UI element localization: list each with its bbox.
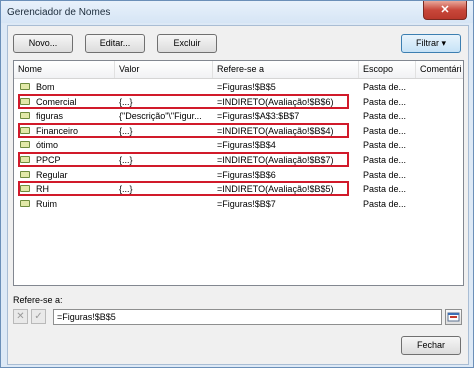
refers-to-label: Refere-se a: xyxy=(13,295,63,305)
table-row[interactable]: Comercial {...} =INDIRETO(Avaliação!$B$6) P… xyxy=(14,95,463,109)
cell-name: PPCP xyxy=(36,155,61,165)
column-header-scope[interactable]: Escopo xyxy=(359,61,416,78)
table-row[interactable]: ótimo =Figuras!$B$4 Pasta de... xyxy=(14,138,463,152)
table-row[interactable]: Financeiro {...} =INDIRETO(Avaliação!$B$4)… xyxy=(14,124,463,138)
cell-refers-to: =Figuras!$B$5 xyxy=(217,82,276,92)
named-range-icon xyxy=(20,156,30,163)
close-button[interactable]: Fechar xyxy=(401,336,461,355)
cell-value xyxy=(117,197,213,211)
cell-refers-to: =Figuras!$B$4 xyxy=(217,140,276,151)
cell-name: RH xyxy=(36,184,49,195)
refers-to-row: ✕ ✓ =Figuras!$B$5 xyxy=(13,309,462,327)
cell-value: {...} xyxy=(119,125,133,136)
cell-refers-to: =Figuras!$A$3:$B$7 xyxy=(217,111,300,122)
cancel-edit-icon[interactable]: ✕ xyxy=(13,309,28,324)
cell-refers-to: =INDIRETO(Avaliação!$B$6) xyxy=(217,96,334,107)
cell-scope: Pasta de... xyxy=(363,169,407,180)
dialog-body: Novo... Editar... Excluir Filtrar ▾ Nome… xyxy=(7,25,469,365)
cell-refers-to: =Figuras!$B$6 xyxy=(217,169,276,180)
named-range-icon xyxy=(20,170,30,178)
new-button[interactable]: Novo... xyxy=(13,34,73,53)
window-title: Gerenciador de Nomes xyxy=(7,7,111,18)
delete-button[interactable]: Excluir xyxy=(157,34,217,53)
cell-scope: Pasta de... xyxy=(363,184,407,195)
table-row[interactable]: PPCP {...} =INDIRETO(Avaliação!$B$7) Pasta … xyxy=(14,153,463,167)
named-range-icon xyxy=(20,199,30,207)
cell-name: Regular xyxy=(36,169,68,180)
column-header-name[interactable]: Nome xyxy=(14,61,115,78)
collapse-dialog-icon xyxy=(447,312,460,322)
table-row[interactable]: RH {...} =INDIRETO(Avaliação!$B$5) Pasta de… xyxy=(14,182,463,196)
column-header-comment[interactable]: Comentári xyxy=(416,61,463,78)
cell-name: Comercial xyxy=(36,96,77,107)
named-range-icon xyxy=(20,97,30,105)
refers-to-input[interactable]: =Figuras!$B$5 xyxy=(53,309,442,325)
confirm-edit-icon[interactable]: ✓ xyxy=(31,309,46,324)
cell-scope: Pasta de... xyxy=(363,82,407,92)
collapse-dialog-button[interactable] xyxy=(445,309,462,325)
cell-scope: Pasta de... xyxy=(363,96,407,107)
named-range-icon xyxy=(20,112,30,120)
cell-name: Financeiro xyxy=(36,125,79,136)
cell-name: Bom xyxy=(36,82,55,92)
column-header-refers-to[interactable]: Refere-se a xyxy=(213,61,359,78)
cell-refers-to: =Figuras!$B$7 xyxy=(217,198,276,209)
list-header: Nome Valor Refere-se a Escopo Comentári xyxy=(14,61,463,79)
table-row[interactable]: figuras {"Descrição"\"Figur... =Figuras!$A… xyxy=(14,109,463,123)
cell-scope: Pasta de... xyxy=(363,111,407,122)
cell-value: {"Descrição"\"Figur... xyxy=(119,111,202,122)
filter-button[interactable]: Filtrar ▾ xyxy=(401,34,461,53)
cell-name: ótimo xyxy=(36,140,59,151)
cell-scope: Pasta de... xyxy=(363,125,407,136)
cell-name: figuras xyxy=(36,111,64,122)
named-range-icon xyxy=(20,185,30,193)
table-row[interactable]: Bom =Figuras!$B$5 Pasta de... xyxy=(14,80,463,94)
cell-refers-to: =INDIRETO(Avaliação!$B$7) xyxy=(217,155,334,165)
cell-scope: Pasta de... xyxy=(363,140,407,151)
named-range-icon xyxy=(20,141,30,149)
cell-value: {...} xyxy=(119,184,133,195)
cell-value: {...} xyxy=(119,155,133,165)
named-range-icon xyxy=(20,83,30,90)
cell-value: {...} xyxy=(119,96,133,107)
names-list[interactable]: Nome Valor Refere-se a Escopo Comentári … xyxy=(13,60,464,286)
cell-refers-to: =INDIRETO(Avaliação!$B$4) xyxy=(217,125,334,136)
cell-name: Ruim xyxy=(36,198,58,209)
table-row[interactable]: Ruim =Figuras!$B$7 Pasta de... xyxy=(14,197,463,211)
cell-value xyxy=(117,168,213,182)
cell-value xyxy=(117,80,213,94)
title-bar: Gerenciador de Nomes ✕ xyxy=(1,1,473,23)
cell-refers-to: =INDIRETO(Avaliação!$B$5) xyxy=(217,184,334,195)
cell-scope: Pasta de... xyxy=(363,198,407,209)
edit-button[interactable]: Editar... xyxy=(85,34,145,53)
table-row[interactable]: Regular =Figuras!$B$6 Pasta de... xyxy=(14,168,463,182)
name-manager-window: Gerenciador de Nomes ✕ Novo... Editar...… xyxy=(0,0,474,368)
named-range-icon xyxy=(20,126,30,134)
column-header-value[interactable]: Valor xyxy=(115,61,213,78)
cell-value xyxy=(117,138,213,152)
cell-scope: Pasta de... xyxy=(363,155,407,165)
window-close-button[interactable]: ✕ xyxy=(423,1,467,20)
